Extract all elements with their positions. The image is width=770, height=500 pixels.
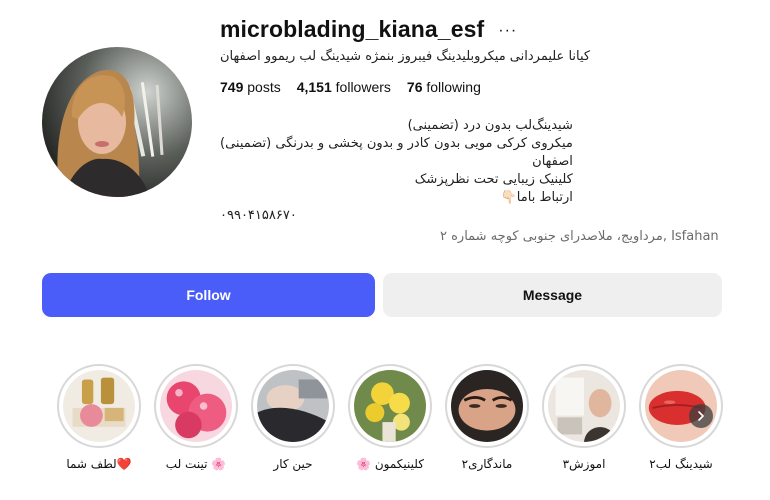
following-stat[interactable]: 76 following xyxy=(407,79,481,95)
posts-stat[interactable]: 749 posts xyxy=(220,79,281,95)
following-count: 76 xyxy=(406,79,423,95)
bio-line: ارتباط باما👇🏻 xyxy=(500,190,573,205)
followers-label: followers xyxy=(335,79,391,95)
bio-line: میکروی کرکی مویی بدون کادر و بدون پخشی و… xyxy=(220,136,573,151)
avatar-image xyxy=(42,47,192,197)
profile-full-name: کیانا علیمردانی میکروبلیدینگ فیبروز بنمژ… xyxy=(220,49,591,64)
highlight-item[interactable]: تینت لب 🌸 xyxy=(152,364,240,471)
highlight-item[interactable]: لطف شما❤️ xyxy=(55,364,143,471)
highlight-label: لطف شما❤️ xyxy=(66,457,132,471)
highlight-label: شیدینگ لب۲ xyxy=(649,457,713,471)
message-button[interactable]: Message xyxy=(383,273,722,317)
highlight-label: تینت لب 🌸 xyxy=(165,457,227,471)
follow-button[interactable]: Follow xyxy=(42,273,375,317)
posts-count: 749 xyxy=(220,79,244,95)
more-options-icon[interactable]: ··· xyxy=(498,21,517,39)
posts-label: posts xyxy=(247,79,281,95)
highlight-thumbnail xyxy=(63,370,135,442)
highlight-item[interactable]: ماندگاری۲ xyxy=(443,364,531,471)
profile-avatar[interactable] xyxy=(42,47,192,197)
profile-bio: شیدینگ‌لب بدون درد (تضمینی) میکروی کرکی … xyxy=(220,117,573,225)
highlight-ring xyxy=(57,364,141,448)
highlight-ring xyxy=(154,364,238,448)
profile-location[interactable]: مرداویج، ملاصدرای جنوبی کوچه شماره ۲, Is… xyxy=(440,229,719,244)
highlight-item[interactable]: اموزش۳ xyxy=(540,364,628,471)
story-highlights: لطف شما❤️ تینت لب 🌸 حین کار 🌸 کلینیکمون … xyxy=(0,364,770,494)
highlight-ring xyxy=(348,364,432,448)
followers-count: 4,151 xyxy=(296,79,332,95)
highlight-thumbnail xyxy=(548,370,620,442)
highlight-ring xyxy=(639,364,723,448)
username-row: microblading_kiana_esf ··· xyxy=(220,16,517,43)
bio-line: اصفهان xyxy=(532,154,573,169)
highlight-ring xyxy=(251,364,335,448)
highlight-thumbnail xyxy=(354,370,426,442)
highlight-thumbnail xyxy=(257,370,329,442)
highlight-label: حین کار xyxy=(273,457,313,471)
highlight-thumbnail xyxy=(451,370,523,442)
profile-stats: 749 posts 4,151 followers 76 following xyxy=(220,79,481,95)
highlight-item[interactable]: حین کار xyxy=(249,364,337,471)
highlight-item[interactable]: 🌸 کلینیکمون xyxy=(346,364,434,471)
highlight-ring xyxy=(542,364,626,448)
bio-line: شیدینگ‌لب بدون درد (تضمینی) xyxy=(407,118,573,133)
following-label: following xyxy=(426,79,481,95)
profile-username: microblading_kiana_esf xyxy=(220,16,485,42)
bio-line: کلینیک زیبایی تحت نظرپزشک xyxy=(414,172,573,187)
followers-stat[interactable]: 4,151 followers xyxy=(297,79,391,95)
bio-phone[interactable]: ۰۹۹۰۴۱۵۸۶۷۰ xyxy=(220,207,573,225)
chevron-right-icon[interactable] xyxy=(689,404,713,428)
highlight-label: اموزش۳ xyxy=(562,457,606,471)
highlight-label: ماندگاری۲ xyxy=(461,457,513,471)
highlight-thumbnail xyxy=(160,370,232,442)
highlight-label: 🌸 کلینیکمون xyxy=(356,457,424,471)
highlight-ring xyxy=(445,364,529,448)
